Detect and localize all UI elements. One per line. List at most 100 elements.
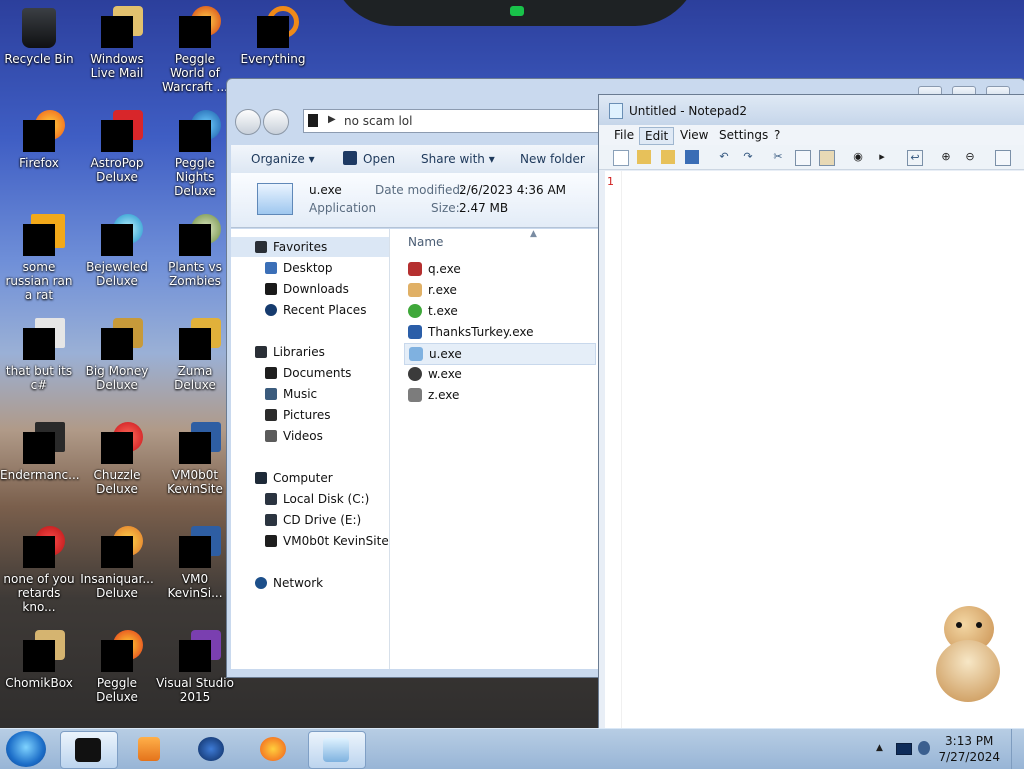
notepad-title-bar[interactable]: Untitled - Notepad2 <box>599 95 1024 125</box>
desktop-icon-big-money[interactable]: Big Money Deluxe <box>78 318 156 392</box>
exe-file-icon <box>257 183 293 215</box>
taskbar-globe[interactable] <box>184 731 240 767</box>
volume-icon[interactable] <box>918 741 930 755</box>
globe-icon <box>198 737 224 761</box>
share-with-button[interactable]: Share with ▾ <box>421 152 495 166</box>
desktop-icon-astropop[interactable]: AstroPop Deluxe <box>78 110 156 184</box>
desktop-icon-zuma[interactable]: Zuma Deluxe <box>156 318 234 392</box>
network-tray-icon[interactable] <box>896 743 912 755</box>
menu-edit[interactable]: Edit <box>639 127 675 145</box>
nav-downloads[interactable]: Downloads <box>231 279 389 299</box>
nav-vm0b0t-kevinsite[interactable]: VM0b0t KevinSite <box>231 531 389 551</box>
peggle-wow-icon <box>175 6 221 48</box>
scheme-icon[interactable] <box>995 150 1011 166</box>
cut-icon[interactable]: ✂ <box>771 150 785 164</box>
desktop-icon-none-of-you[interactable]: none of you retards kno... <box>0 526 78 614</box>
nav-computer[interactable]: Computer <box>231 468 389 488</box>
find-icon[interactable]: ◉ <box>851 150 865 164</box>
clock-date: 7/27/2024 <box>938 750 1000 764</box>
file-row[interactable]: ThanksTurkey.exe <box>404 322 594 342</box>
word-wrap-icon[interactable]: ↩ <box>907 150 923 166</box>
back-button[interactable] <box>235 109 261 135</box>
forward-button[interactable] <box>263 109 289 135</box>
desktop-icon-recycle-bin[interactable]: Recycle Bin <box>0 8 78 66</box>
detail-size-value: 2.47 MB <box>459 201 509 215</box>
nav-desktop[interactable]: Desktop <box>231 258 389 278</box>
taskbar-notepad2[interactable] <box>308 731 366 769</box>
menu-file[interactable]: File <box>609 127 639 143</box>
desktop-icon-peggle-wow[interactable]: Peggle World of Warcraft ... <box>156 6 234 94</box>
organize-button[interactable]: Organize ▾ <box>251 152 315 166</box>
zoom-out-icon[interactable]: ⊖ <box>963 150 977 164</box>
desktop-icon-russian-rat[interactable]: some russian ran a rat <box>0 214 78 302</box>
menu-view[interactable]: View <box>675 127 713 143</box>
nav-music[interactable]: Music <box>231 384 389 404</box>
exe-icon <box>408 283 422 297</box>
nav-videos[interactable]: Videos <box>231 426 389 446</box>
nav-cd-drive[interactable]: CD Drive (E:) <box>231 510 389 530</box>
nav-network[interactable]: Network <box>231 573 389 593</box>
hamster-mascot <box>930 600 1006 706</box>
menu-help[interactable]: ? <box>769 127 785 143</box>
new-folder-button[interactable]: New folder <box>520 152 585 166</box>
network-icon <box>255 577 267 589</box>
nav-libraries[interactable]: Libraries <box>231 342 389 362</box>
desktop-icon-insaniquarium[interactable]: Insaniquar... Deluxe <box>78 526 156 600</box>
show-desktop-button[interactable] <box>1011 729 1024 769</box>
file-row[interactable]: z.exe <box>404 385 594 405</box>
browse-icon[interactable] <box>661 150 675 164</box>
desktop-icon-windows-live-mail[interactable]: Windows Live Mail <box>78 6 156 80</box>
file-row[interactable]: w.exe <box>404 364 594 384</box>
file-row[interactable]: r.exe <box>404 280 594 300</box>
explorer-app-icon <box>75 738 101 762</box>
desktop-icon-visual-studio[interactable]: Visual Studio 2015 <box>156 630 234 704</box>
file-row[interactable]: t.exe <box>404 301 594 321</box>
save-icon[interactable] <box>685 150 699 164</box>
exe-icon <box>408 325 422 339</box>
address-bar[interactable]: ▶ no scam lol <box>303 109 605 133</box>
nav-favorites[interactable]: Favorites <box>231 237 389 257</box>
desktop-icon-everything[interactable]: Everything <box>234 6 312 66</box>
show-hidden-icons-icon[interactable]: ▲ <box>876 743 883 753</box>
peggle-nights-icon <box>175 110 221 152</box>
start-button[interactable] <box>6 731 46 767</box>
desktop-icon-firefox[interactable]: Firefox <box>0 110 78 170</box>
menu-settings[interactable]: Settings <box>714 127 773 143</box>
desktop-icon-peggle-nights[interactable]: Peggle Nights Deluxe <box>156 110 234 198</box>
desktop-icon-peggle-deluxe[interactable]: Peggle Deluxe <box>78 630 156 704</box>
desktop-icon-chuzzle[interactable]: Chuzzle Deluxe <box>78 422 156 496</box>
zoom-in-icon[interactable]: ⊕ <box>939 150 953 164</box>
paste-icon[interactable] <box>819 150 835 166</box>
desktop-icon-plants-vs-zombies[interactable]: Plants vs Zombies <box>156 214 234 288</box>
nav-documents[interactable]: Documents <box>231 363 389 383</box>
desktop-icon-chomikbox[interactable]: ChomikBox <box>0 630 78 690</box>
taskbar-media-player[interactable] <box>122 731 178 767</box>
bejeweled-icon <box>97 214 143 256</box>
desktop-icon-bejeweled[interactable]: Bejeweled Deluxe <box>78 214 156 288</box>
chuzzle-icon <box>97 422 143 464</box>
line-number: 1 <box>607 175 614 188</box>
open-folder-icon[interactable] <box>637 150 651 164</box>
desktop-icon-c-sharp[interactable]: that but its c# <box>0 318 78 392</box>
taskbar-explorer[interactable] <box>60 731 118 769</box>
taskbar-firefox[interactable] <box>246 731 302 767</box>
new-file-icon[interactable] <box>613 150 629 166</box>
clock[interactable]: 3:13 PM 7/27/2024 <box>938 733 1000 765</box>
replace-icon[interactable]: ▸ <box>875 150 889 164</box>
undo-icon[interactable]: ↶ <box>717 150 731 164</box>
copy-icon[interactable] <box>795 150 811 166</box>
chevron-right-icon[interactable]: ▶ <box>328 114 336 125</box>
system-tray: ▲ 3:13 PM 7/27/2024 <box>864 729 1024 769</box>
nav-local-disk[interactable]: Local Disk (C:) <box>231 489 389 509</box>
desktop-icon-endermanc[interactable]: Endermanc... <box>0 422 80 482</box>
open-button[interactable]: Open <box>363 152 395 166</box>
file-row-selected[interactable]: u.exe <box>404 343 596 365</box>
exe-icon <box>409 347 423 361</box>
column-header-name[interactable]: Name <box>408 235 443 249</box>
redo-icon[interactable]: ↷ <box>741 150 755 164</box>
desktop-icon-vm0b0t[interactable]: VM0b0t KevinSite <box>156 422 234 496</box>
file-row[interactable]: q.exe <box>404 259 594 279</box>
nav-pictures[interactable]: Pictures <box>231 405 389 425</box>
desktop-icon-vm0[interactable]: VM0 KevinSi... <box>156 526 234 600</box>
nav-recent-places[interactable]: Recent Places <box>231 300 389 320</box>
